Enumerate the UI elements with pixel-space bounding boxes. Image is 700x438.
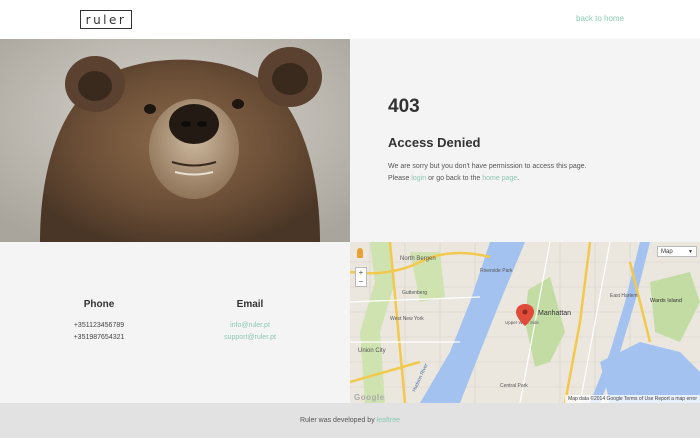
error-code: 403 <box>388 96 420 117</box>
phone-number: +351987654321 <box>73 334 125 341</box>
error-message: We are sorry but you don't have permissi… <box>388 161 688 185</box>
line2-prefix: Please <box>388 175 412 182</box>
map-label-wards-island: Wards Island <box>650 298 682 304</box>
page-footer: Ruler was developed by leaftree <box>0 403 700 438</box>
zoom-in-button[interactable]: + <box>356 268 366 277</box>
map-type-value: Map <box>661 249 673 255</box>
error-message-line-1: We are sorry but you don't have permissi… <box>388 163 587 170</box>
back-to-home-link[interactable]: back to home <box>576 14 624 23</box>
home-page-link[interactable]: home page <box>482 175 517 182</box>
street-view-pegman-icon[interactable] <box>357 248 363 258</box>
map-label-west-new-york: West New York <box>390 316 424 322</box>
email-heading: Email <box>236 299 264 310</box>
email-link[interactable]: support@ruler.pt <box>190 332 310 344</box>
footer-text: Ruler was developed by <box>299 417 377 424</box>
top-bar: ruler back to home <box>0 0 700 39</box>
phone-number: +351123456789 <box>73 322 125 329</box>
bear-illustration <box>0 39 350 242</box>
email-link[interactable]: info@ruler.pt <box>190 320 310 332</box>
error-title: Access Denied <box>388 135 481 150</box>
login-link[interactable]: login <box>411 175 426 182</box>
phone-column: Phone +351123456789 +351987654321 <box>39 299 159 344</box>
bear-photo <box>0 39 350 242</box>
error-message-line-2: Please login or go back to the home page… <box>388 173 688 185</box>
map-label-central-park: Central Park <box>500 383 528 389</box>
phone-heading: Phone <box>83 299 115 310</box>
map-label-guttenberg: Guttenberg <box>402 290 427 296</box>
line2-suffix: . <box>517 175 520 182</box>
map-label-union-city: Union City <box>358 348 386 354</box>
map-label-east-harlem: East Harlem <box>610 293 638 299</box>
map-type-select[interactable]: Map ▼ <box>657 246 697 257</box>
leaftree-link[interactable]: leaftree <box>377 417 400 424</box>
zoom-control[interactable]: + − <box>355 267 367 287</box>
map-label-riverside-park: Riverside Park <box>480 268 513 274</box>
line2-middle: or go back to the <box>426 175 483 182</box>
map-label-manhattan: Manhattan <box>538 310 571 317</box>
map-attribution[interactable]: Map data ©2014 Google Terms of Use Repor… <box>565 395 700 403</box>
map-tiles[interactable]: North Bergen Manhattan West New York Gut… <box>350 242 700 403</box>
ruler-logo[interactable]: ruler <box>80 10 132 29</box>
chevron-down-icon: ▼ <box>688 249 693 255</box>
map-label-north-bergen: North Bergen <box>400 256 436 262</box>
location-map[interactable]: North Bergen Manhattan West New York Gut… <box>350 242 700 403</box>
zoom-out-button[interactable]: − <box>356 277 366 286</box>
error-panel: 403 Access Denied We are sorry but you d… <box>350 39 700 242</box>
contact-section: Phone +351123456789 +351987654321 Email … <box>0 242 350 403</box>
email-column: Email info@ruler.pt support@ruler.pt <box>190 299 310 344</box>
google-logo: Google <box>354 393 385 402</box>
